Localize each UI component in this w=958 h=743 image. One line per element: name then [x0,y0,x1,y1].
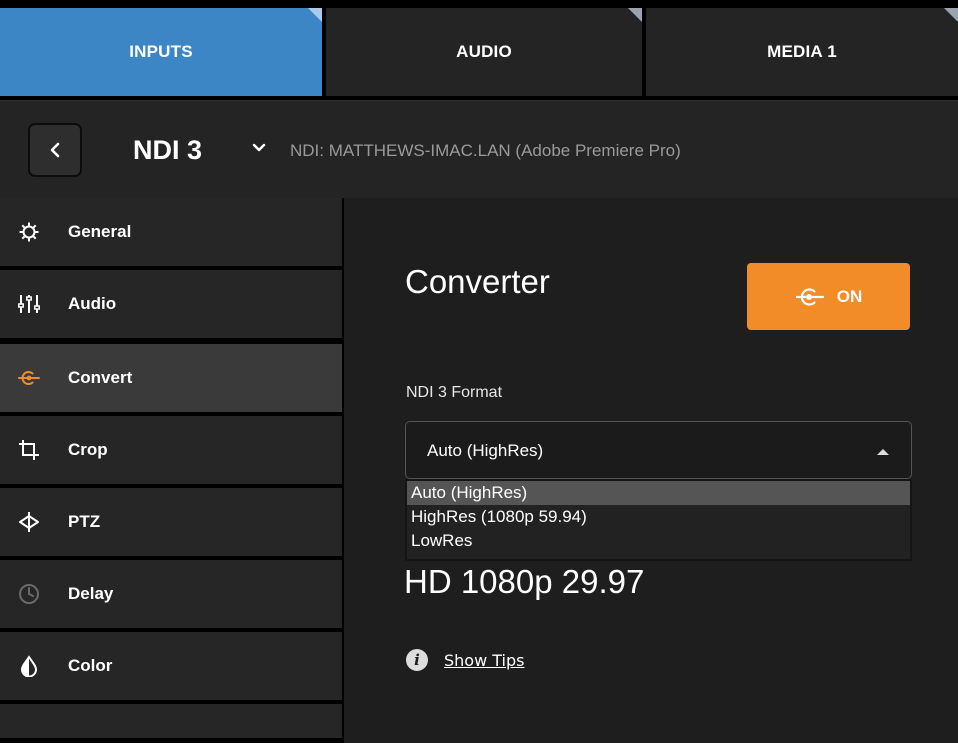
tab-inputs[interactable]: INPUTS [0,8,322,96]
converter-on-toggle[interactable]: ON [747,263,910,330]
tab-label: MEDIA 1 [767,42,837,61]
tab-corner-indicator [308,8,322,22]
show-tips-link[interactable]: Show Tips [444,651,524,670]
tab-audio[interactable]: AUDIO [326,8,642,96]
resolution-readout: HD 1080p 29.97 [404,563,645,600]
converter-icon [18,367,40,389]
sidebar-item-label: Color [68,656,113,675]
format-select-value: Auto (HighRes) [427,441,544,460]
app-window: INPUTS AUDIO MEDIA 1 NDI 3 NDI: MATTHEWS… [0,0,958,743]
tab-corner-indicator [628,8,642,22]
gear-icon [18,221,40,243]
sidebar-item-crop[interactable]: Crop [0,416,342,484]
sidebar-item-color[interactable]: Color [0,632,342,700]
sidebar: General Audio Convert Crop PTZ Delay Col… [0,198,342,743]
sidebar-item-label: General [68,222,132,241]
droplet-icon [18,655,40,677]
source-title[interactable]: NDI 3 [133,135,202,166]
sidebar-item-label: Audio [68,294,117,313]
sidebar-item-empty [0,704,342,738]
sidebar-item-audio[interactable]: Audio [0,270,342,338]
sidebar-item-delay[interactable]: Delay [0,560,342,628]
format-dropdown-list: Auto (HighRes) HighRes (1080p 59.94) Low… [405,479,912,561]
caret-up-icon [877,449,889,455]
sidebar-item-label: Delay [68,584,114,603]
toggle-label: ON [836,286,863,306]
sidebar-item-general[interactable]: General [0,198,342,266]
tab-media-1[interactable]: MEDIA 1 [646,8,958,96]
clock-icon [18,583,40,605]
converter-icon [795,287,824,306]
tab-label: AUDIO [456,42,512,61]
tab-label: INPUTS [129,42,193,61]
mixer-sliders-icon [18,293,40,315]
chevron-left-icon [50,142,60,158]
show-tips[interactable]: i Show Tips [406,649,524,671]
page-title: Converter [405,263,550,300]
ptz-icon [18,511,40,533]
format-select[interactable]: Auto (HighRes) [405,421,912,479]
sidebar-item-label: Crop [68,440,108,459]
converter-panel: Converter ON NDI 3 Format Auto (HighRes)… [344,198,958,743]
info-icon: i [406,649,428,671]
tab-corner-indicator [944,8,958,22]
sidebar-item-ptz[interactable]: PTZ [0,488,342,556]
sidebar-item-label: PTZ [68,512,101,531]
sidebar-item-convert[interactable]: Convert [0,344,342,412]
crop-icon [18,439,40,461]
sidebar-item-label: Convert [68,368,133,387]
back-button[interactable] [28,123,82,177]
format-label: NDI 3 Format [406,384,503,401]
dropdown-option[interactable]: Auto (HighRes) [407,481,910,505]
dropdown-option[interactable]: HighRes (1080p 59.94) [407,505,910,529]
tab-bar: INPUTS AUDIO MEDIA 1 [0,8,958,96]
dropdown-option[interactable]: LowRes [407,529,910,553]
source-header: NDI 3 NDI: MATTHEWS-IMAC.LAN (Adobe Prem… [0,100,958,198]
source-subtitle: NDI: MATTHEWS-IMAC.LAN (Adobe Premiere P… [290,141,681,160]
chevron-down-icon[interactable] [252,143,266,153]
